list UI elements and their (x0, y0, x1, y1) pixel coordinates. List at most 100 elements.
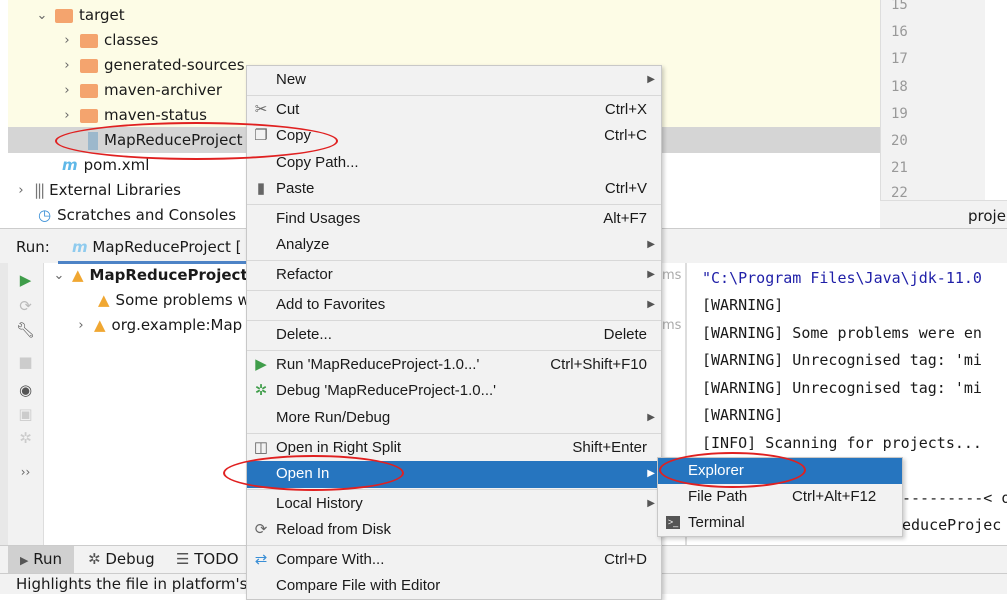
stop-icon[interactable]: ■ (8, 353, 43, 371)
menu-item-analyze[interactable]: Analyze ▶ (247, 232, 661, 258)
scissors-icon: ✂ (254, 101, 268, 118)
menu-label: Compare With... (276, 551, 385, 568)
maven-icon: m (72, 238, 88, 256)
more-icon[interactable]: ›› (8, 465, 43, 479)
separator (247, 320, 661, 321)
tree-item-external-libraries[interactable]: › ||| External Libraries (14, 178, 181, 203)
menu-item-debug[interactable]: ✲ Debug 'MapReduceProject-1.0...' (247, 378, 661, 404)
console-line: educeProjec (902, 516, 1002, 534)
menu-label: Cut (276, 101, 300, 118)
rerun-icon[interactable]: ▶ (8, 271, 43, 289)
timing-label: ms (662, 318, 682, 333)
debug-export-icon[interactable]: ✲ (8, 429, 43, 447)
tool-tab-debug[interactable]: ✲ Debug (88, 546, 155, 573)
folder-icon (80, 33, 98, 48)
library-icon: ||| (34, 181, 45, 199)
scratches-icon: ◷ (38, 206, 52, 224)
maven-icon: m (62, 156, 78, 174)
camera-icon[interactable]: ▣ (8, 405, 43, 423)
run-tab[interactable]: m MapReduceProject [ (58, 233, 248, 264)
line-number: 15 (891, 0, 908, 13)
eye-icon[interactable]: ◉ (8, 381, 43, 399)
menu-item-compare-file-with-editor[interactable]: Compare File with Editor (247, 573, 661, 599)
console-line: [WARNING] (702, 296, 784, 314)
timing-label: ms (662, 268, 682, 283)
run-tab-label: MapReduceProject [ (92, 238, 242, 256)
tool-tab-run[interactable]: ▶ Run (8, 546, 74, 573)
submenu-arrow-icon: ▶ (647, 299, 655, 310)
menu-item-delete[interactable]: Delete... Delete (247, 322, 661, 348)
menu-label: Debug 'MapReduceProject-1.0...' (276, 382, 497, 399)
menu-item-refactor[interactable]: Refactor ▶ (247, 262, 661, 288)
menu-item-compare-with[interactable]: ⇄ Compare With... Ctrl+D (247, 547, 661, 573)
run-tree-item[interactable]: › ▲ org.example:Map (74, 313, 242, 338)
menu-item-add-to-favorites[interactable]: Add to Favorites ▶ (247, 292, 661, 318)
menu-item-more-run-debug[interactable]: More Run/Debug ▶ (247, 405, 661, 431)
run-tree-label: org.example:Map (111, 316, 243, 334)
chevron-right-icon: › (78, 318, 84, 333)
line-number: 16 (891, 24, 908, 40)
tree-item-target[interactable]: ⌄ target (35, 3, 125, 28)
menu-item-paste[interactable]: ▮ Paste Ctrl+V (247, 176, 661, 202)
folder-icon (80, 83, 98, 98)
console-line: [WARNING] (702, 406, 784, 424)
menu-label: New (276, 71, 307, 88)
run-tree-label: MapReduceProject (89, 266, 248, 284)
submenu-arrow-icon: ▶ (647, 412, 655, 423)
editor-gutter: 15 16 17 18 19 20 21 22 (880, 0, 1007, 200)
menu-item-new[interactable]: New ▶ (247, 67, 661, 93)
menu-item-reload-from-disk[interactable]: ⟳ Reload from Disk (247, 517, 661, 543)
run-tool-strip: ▶ ⟳ 🔧︎ ■ ◉ ▣ ✲ ›› (8, 263, 44, 545)
run-tree-root[interactable]: ⌄ ▲ MapReduceProject (52, 263, 248, 288)
menu-item-copy-path[interactable]: Copy Path... (247, 150, 661, 176)
menu-label: Analyze (276, 236, 330, 253)
line-number: 21 (891, 160, 908, 176)
menu-shortcut: Ctrl+Alt+F12 (792, 488, 877, 505)
menu-shortcut: Ctrl+C (604, 127, 647, 144)
tree-item-classes[interactable]: › classes (60, 28, 158, 53)
tree-item-scratches[interactable]: ◷ Scratches and Consoles (38, 203, 236, 228)
bug-icon: ✲ (88, 550, 101, 568)
run-label: Run: (16, 238, 50, 256)
tree-item-label: target (79, 6, 125, 24)
warning-icon: ▲ (72, 266, 84, 284)
menu-item-local-history[interactable]: Local History ▶ (247, 491, 661, 517)
tree-item-label: Scratches and Consoles (57, 206, 237, 224)
bug-icon: ✲ (254, 382, 268, 399)
submenu-arrow-icon: ▶ (647, 239, 655, 250)
tool-tab-label: Debug (105, 550, 155, 568)
separator (247, 95, 661, 96)
tree-item-label: classes (104, 31, 159, 49)
menu-label: Paste (276, 180, 315, 197)
menu-shortcut: Delete (603, 326, 647, 343)
separator (247, 290, 661, 291)
tool-tab-todo[interactable]: ☰ TODO (176, 546, 239, 573)
menu-item-cut[interactable]: ✂ Cut Ctrl+X (247, 97, 661, 123)
separator (247, 260, 661, 261)
submenu-item-terminal[interactable]: >_ Terminal (658, 510, 902, 536)
menu-shortcut: Ctrl+Shift+F10 (550, 356, 647, 373)
tool-tab-label: Run (33, 550, 63, 568)
separator (247, 350, 661, 351)
tree-item-generated-sources[interactable]: › generated-sources (60, 53, 244, 78)
chevron-right-icon: › (64, 83, 70, 98)
submenu-arrow-icon: ▶ (647, 269, 655, 280)
run-icon: ▶ (255, 356, 267, 373)
line-number: 20 (891, 133, 908, 149)
editor-tab[interactable]: proje (880, 200, 1007, 230)
tree-item-label: maven-archiver (104, 81, 223, 99)
run-icon: ▶ (20, 554, 29, 567)
warning-icon: ▲ (98, 291, 110, 309)
annotation-ellipse (55, 122, 338, 160)
rerun-failed-icon[interactable]: ⟳ (8, 297, 43, 315)
chevron-right-icon: › (64, 33, 70, 48)
run-tree-item[interactable]: ▲ Some problems w (98, 288, 250, 313)
tree-item-maven-archiver[interactable]: › maven-archiver (60, 78, 222, 103)
wrench-icon[interactable]: 🔧︎ (8, 321, 43, 339)
menu-item-run[interactable]: ▶ Run 'MapReduceProject-1.0...' Ctrl+Shift… (247, 352, 661, 378)
submenu-arrow-icon: ▶ (647, 498, 655, 509)
folder-icon (55, 8, 73, 23)
chevron-right-icon: › (64, 58, 70, 73)
menu-item-find-usages[interactable]: Find Usages Alt+F7 (247, 206, 661, 232)
submenu-item-file-path[interactable]: File Path Ctrl+Alt+F12 (658, 484, 902, 510)
